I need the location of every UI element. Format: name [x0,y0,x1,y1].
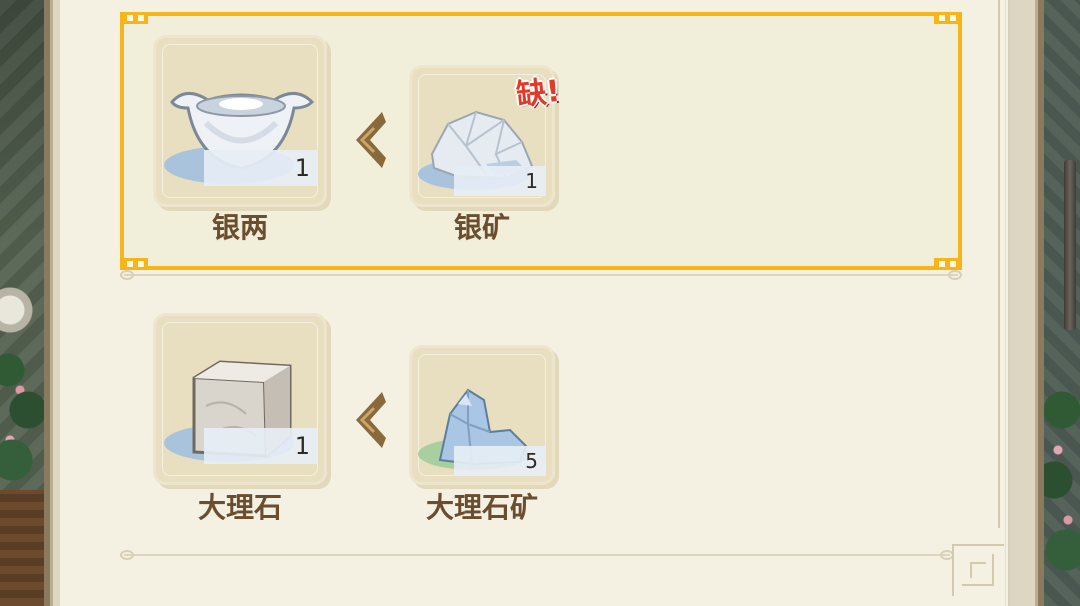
item-name: 银两 [211,211,268,244]
panel-border-line [998,0,1000,528]
quantity-label: 1 [204,428,318,464]
chevron-left-icon [356,112,386,168]
selection-corner [122,258,148,270]
selection-corner [934,12,960,24]
item-name: 银矿 [453,211,510,244]
game-world-left [0,0,44,606]
missing-badge: 缺! [514,73,562,114]
panel-border-line [1005,0,1006,606]
selection-corner [934,258,960,270]
output-slot[interactable]: 1 [156,38,324,204]
input-slot[interactable]: 5 [412,348,552,482]
item-name: 大理石矿 [425,491,538,524]
flower-bush [1044,380,1080,606]
flower-bush [0,350,44,500]
output-slot[interactable]: 1 [156,316,324,482]
quantity-label: 1 [204,150,318,186]
item-name: 大理石 [197,491,282,524]
stone-post [1064,160,1076,330]
game-world-right [1044,0,1080,606]
row-divider [120,550,954,560]
corner-ornament [952,544,1004,596]
selection-corner [122,12,148,24]
building-roof [0,270,44,360]
row-divider [120,270,962,280]
quantity-label: 1 [454,166,546,196]
chevron-left-icon [356,392,386,448]
wooden-structure [0,490,44,606]
quantity-label: 5 [454,446,546,476]
